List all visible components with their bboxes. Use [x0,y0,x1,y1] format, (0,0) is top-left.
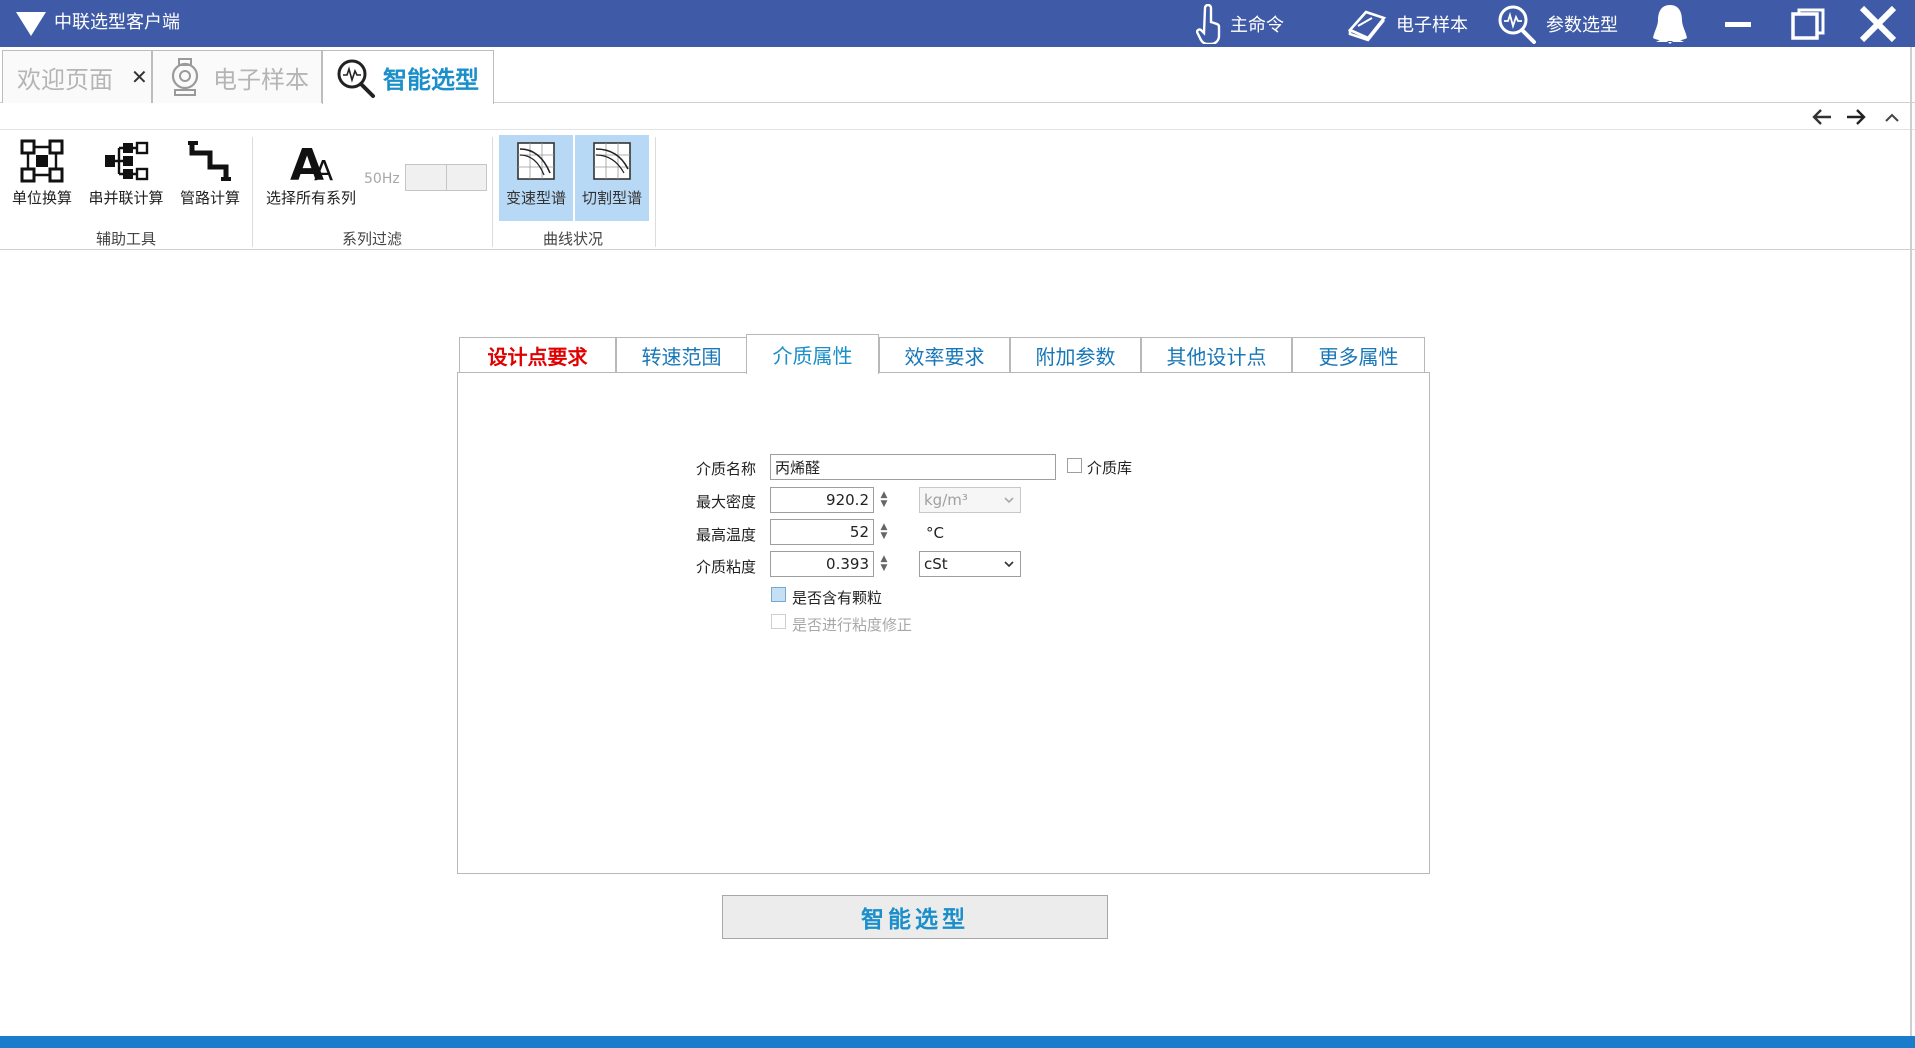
curve-chart-icon [593,142,631,180]
density-unit-value: kg/m³ [924,491,968,509]
medium-name-label: 介质名称 [696,460,757,478]
app-logo-icon [16,12,46,36]
variable-speed-curve-button[interactable]: 变速型谱 [499,135,573,221]
density-stepper[interactable]: ▲ ▼ [874,487,894,513]
medium-properties-panel [457,372,1430,874]
pipeline-calc-label: 管路计算 [179,189,240,207]
back-button[interactable] [1810,106,1834,128]
unit-conversion-label: 单位换算 [11,189,72,207]
collapse-ribbon-button[interactable] [1880,106,1904,128]
viscosity-stepper[interactable]: ▲ ▼ [874,551,894,577]
pump-icon [171,58,199,96]
density-unit-select[interactable]: kg/m³ [919,487,1021,513]
font-series-icon: A A [290,140,333,184]
doc-tab-e-sample-label: 电子样本 [213,65,309,94]
viscosity-correction-label: 是否进行粘度修正 [792,616,913,634]
viscosity-correction-checkbox[interactable] [771,614,786,629]
viscosity-label: 介质粘度 [696,558,757,576]
temperature-label: 最高温度 [696,526,757,544]
temperature-stepper[interactable]: ▲ ▼ [874,519,894,545]
chevron-down-icon [1004,497,1014,504]
medium-library-label: 介质库 [1087,459,1133,477]
document-tab-bar: 欢迎页面 ✕ 电子样本 智能选型 [0,47,1915,104]
minimize-button[interactable] [1710,0,1766,47]
doc-tab-e-sample[interactable]: 电子样本 [152,50,322,103]
group-label-aux-tools: 辅助工具 [95,230,156,248]
title-bar: 中联选型客户端 主命令 电子样本 参数选型 [0,0,1915,47]
minimize-icon [1725,21,1751,27]
trimmed-curve-button[interactable]: 切割型谱 [575,135,649,221]
unit-conversion-button[interactable]: 单位换算 [8,135,76,221]
density-input[interactable]: 920.2 [770,487,874,513]
tab-other-design-points[interactable]: 其他设计点 [1141,337,1292,373]
toggle-divider [446,165,447,190]
ribbon-toolbar: 单位换算 串并联计算 管路计算 辅助工具 A A 选择所有系列 50Hz 系列过… [0,131,1915,250]
window-border [1910,47,1912,1036]
arrow-right-icon [1847,109,1866,125]
series-parallel-icon [105,141,149,181]
ribbon-nav-bar [0,104,1915,130]
chevron-down-icon [1004,561,1014,568]
user-button[interactable] [1642,0,1698,47]
series-parallel-calc-label: 串并联计算 [88,189,164,207]
unit-conversion-icon [20,139,64,183]
doc-tab-welcome-label: 欢迎页面 [17,65,113,94]
viscosity-unit-value: cSt [924,555,948,573]
variable-speed-curve-label: 变速型谱 [505,189,566,207]
close-tab-icon[interactable]: ✕ [131,65,148,89]
maximize-button[interactable] [1780,0,1836,47]
viscosity-input[interactable]: 0.393 [770,551,874,577]
series-parallel-calc-button[interactable]: 串并联计算 [84,135,168,221]
svg-text:A: A [314,154,333,184]
close-icon [1859,5,1897,42]
viscosity-unit-select[interactable]: cSt [919,551,1021,577]
main-command-label: 主命令 [1230,14,1284,36]
close-window-button[interactable] [1850,0,1906,47]
search-chart-icon [1498,5,1536,44]
smart-selection-button[interactable]: 智能选型 [722,895,1108,939]
e-sample-command-button[interactable]: 电子样本 [1346,0,1468,47]
tab-medium-properties[interactable]: 介质属性 [746,334,879,374]
doc-tab-smart-selection[interactable]: 智能选型 [322,50,494,104]
medium-name-input[interactable]: 丙烯醛 [770,454,1056,480]
select-all-series-label: 选择所有系列 [265,189,356,207]
search-chart-icon [337,59,375,98]
density-label: 最大密度 [696,493,757,511]
group-label-curve-status: 曲线状况 [542,230,603,248]
touch-hand-icon [1196,3,1221,44]
temperature-unit: °C [926,524,944,542]
trimmed-curve-label: 切割型谱 [581,189,642,207]
tab-efficiency[interactable]: 效率要求 [879,337,1010,373]
doc-tab-smart-selection-label: 智能选型 [383,66,479,94]
arrow-left-icon [1812,109,1831,125]
pipeline-calc-button[interactable]: 管路计算 [176,135,244,221]
tab-speed-range[interactable]: 转速范围 [616,337,747,373]
maximize-icon [1791,8,1825,40]
book-icon [1347,9,1387,42]
param-selection-command-label: 参数选型 [1546,14,1618,36]
frequency-toggle[interactable] [405,164,487,191]
temperature-input[interactable]: 52 [770,519,874,545]
chevron-up-icon [1885,113,1899,122]
pipeline-icon [188,141,231,181]
status-bar [0,1036,1915,1048]
particles-label: 是否含有颗粒 [792,589,883,607]
param-selection-command-button[interactable]: 参数选型 [1496,0,1618,47]
medium-library-checkbox[interactable] [1067,458,1082,473]
frequency-label: 50Hz [364,171,400,187]
select-all-series-button[interactable]: A A 选择所有系列 [262,135,360,221]
particles-checkbox[interactable] [771,587,786,602]
tab-more-properties[interactable]: 更多属性 [1292,337,1425,373]
user-icon [1653,4,1687,44]
group-label-series-filter: 系列过滤 [341,230,402,248]
tab-design-point[interactable]: 设计点要求 [459,337,616,373]
main-command-button[interactable]: 主命令 [1196,0,1284,47]
e-sample-command-label: 电子样本 [1396,14,1468,36]
curve-chart-icon [517,142,555,180]
forward-button[interactable] [1844,106,1868,128]
app-title: 中联选型客户端 [54,12,180,33]
group-separator [655,137,656,247]
tab-additional-params[interactable]: 附加参数 [1010,337,1141,373]
doc-tab-welcome[interactable]: 欢迎页面 ✕ [2,50,152,103]
